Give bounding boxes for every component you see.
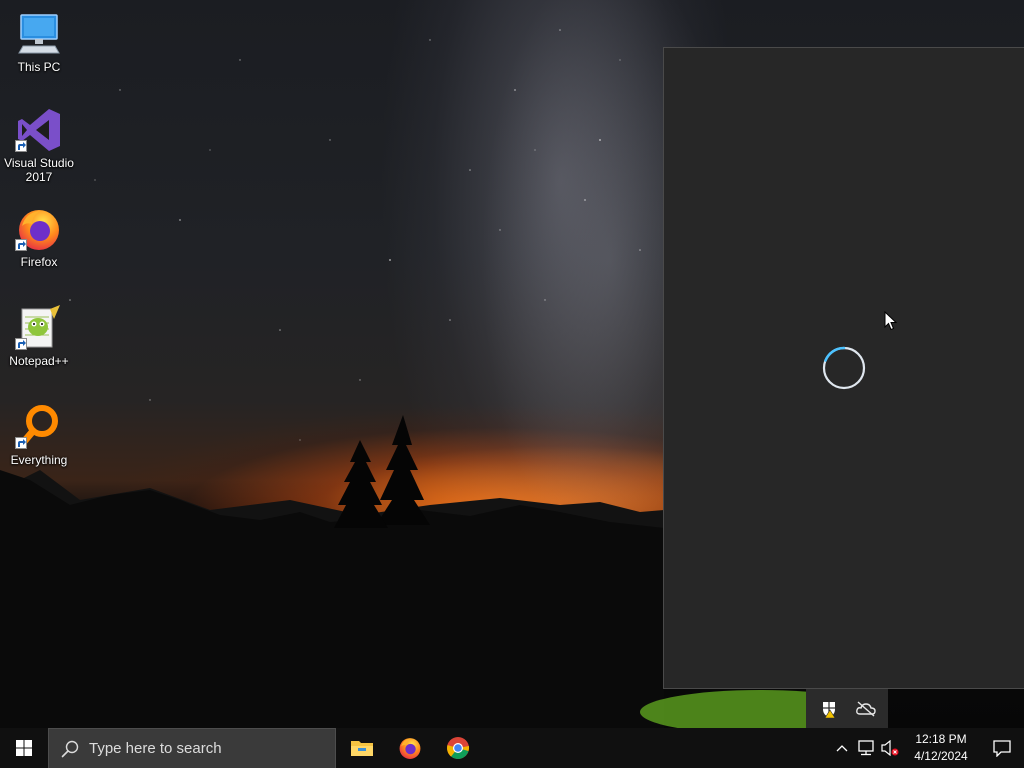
- action-center-icon[interactable]: [980, 728, 1024, 768]
- start-button[interactable]: [0, 728, 48, 768]
- visual-studio-icon: [15, 106, 63, 154]
- chevron-up-icon[interactable]: [830, 728, 854, 768]
- defender-shield-warning-icon[interactable]: [815, 695, 843, 723]
- taskbar-app-chrome[interactable]: [434, 728, 482, 768]
- everything-search-icon: [15, 403, 63, 451]
- windows-logo-icon: [16, 740, 32, 756]
- taskbar-app-file-explorer[interactable]: [338, 728, 386, 768]
- shortcut-arrow-icon: [15, 239, 27, 251]
- firefox-icon: [399, 738, 421, 759]
- monitor-icon: [15, 10, 63, 58]
- desktop-icon-label: Visual Studio 2017: [4, 156, 74, 184]
- notepadplusplus-icon: [15, 304, 63, 352]
- desktop-icon-label: Notepad++: [9, 354, 69, 368]
- chrome-icon: [447, 737, 470, 759]
- file-explorer-icon: [351, 741, 373, 756]
- clock-time: 12:18 PM: [915, 732, 967, 746]
- taskbar-search-box[interactable]: Type here to search: [48, 728, 336, 768]
- volume-muted-icon[interactable]: [878, 728, 902, 768]
- shortcut-arrow-icon: [15, 437, 27, 449]
- desktop-icon-label: Firefox: [20, 255, 58, 269]
- desktop-icon-everything[interactable]: Everything: [2, 403, 76, 467]
- taskbar-clock[interactable]: 12:18 PM 4/12/2024: [902, 728, 980, 768]
- tray-overflow-popup: [806, 689, 888, 728]
- shortcut-arrow-icon: [15, 338, 27, 350]
- desktop-icon-this-pc[interactable]: This PC: [2, 10, 76, 74]
- onedrive-offline-icon[interactable]: [852, 695, 880, 723]
- desktop-icon-notepadplusplus[interactable]: Notepad++: [2, 304, 76, 368]
- loading-flyout-panel[interactable]: [663, 47, 1024, 689]
- system-tray: 12:18 PM 4/12/2024: [830, 728, 1024, 768]
- search-placeholder: Type here to search: [89, 740, 222, 757]
- shortcut-arrow-icon: [15, 140, 27, 152]
- network-icon[interactable]: [854, 728, 878, 768]
- desktop-icon-label: Everything: [10, 453, 68, 467]
- desktop-icon-firefox[interactable]: Firefox: [2, 205, 76, 269]
- desktop-icon-visual-studio[interactable]: Visual Studio 2017: [2, 106, 76, 184]
- search-icon: [61, 739, 81, 759]
- firefox-icon: [15, 205, 63, 253]
- taskbar: Type here to search 12:18 PM 4/12/2024: [0, 728, 1024, 768]
- desktop-icon-label: This PC: [17, 60, 61, 74]
- loading-spinner-icon: [822, 346, 866, 390]
- taskbar-app-firefox[interactable]: [386, 728, 434, 768]
- clock-date: 4/12/2024: [914, 749, 968, 763]
